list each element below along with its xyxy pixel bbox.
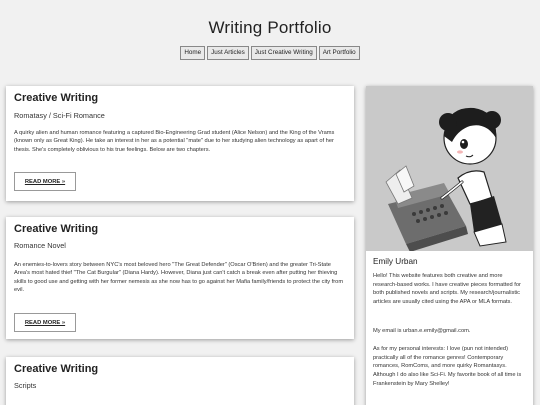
post-title: Creative Writing xyxy=(14,92,99,104)
post-subtitle: Romance Novel xyxy=(14,241,66,250)
post-title: Creative Writing xyxy=(14,363,99,375)
post-excerpt: A quirky alien and human romance featuri… xyxy=(14,130,335,153)
post-excerpt: An enemies-to-lovers story between NYC's… xyxy=(14,262,344,294)
interests-paragraph: As for my personal interests: I love (pu… xyxy=(373,346,522,387)
author-illustration xyxy=(385,107,507,252)
post-subtitle: Scripts xyxy=(14,381,37,390)
post-title: Creative Writing xyxy=(14,223,99,235)
post-card: Creative Writing Romatasy / Sci-Fi Roman… xyxy=(6,86,354,201)
author-sidebar: Emily Urban Hello! This website features… xyxy=(366,86,533,405)
post-card: Creative Writing Scripts xyxy=(6,357,354,405)
read-more-button[interactable]: READ MORE » xyxy=(14,313,76,332)
nav-just-creative-writing[interactable]: Just Creative Writing xyxy=(250,46,317,60)
bio-paragraph: Hello! This website features both creati… xyxy=(373,273,521,306)
nav-just-articles[interactable]: Just Articles xyxy=(207,46,249,60)
nav-art-portfolio[interactable]: Art Portfolio xyxy=(318,46,360,60)
top-nav: Home Just Articles Just Creative Writing… xyxy=(0,46,540,60)
post-subtitle: Romatasy / Sci-Fi Romance xyxy=(14,111,105,120)
email-paragraph: My email is urban.e.emily@gmail.com. xyxy=(373,328,471,334)
site-header: Writing Portfolio Home Just Articles Jus… xyxy=(0,0,540,60)
post-card: Creative Writing Romance Novel An enemie… xyxy=(6,217,354,339)
author-name: Emily Urban xyxy=(373,257,418,266)
nav-home[interactable]: Home xyxy=(180,46,206,60)
site-title: Writing Portfolio xyxy=(208,18,332,37)
read-more-button[interactable]: READ MORE » xyxy=(14,172,76,191)
avatar xyxy=(366,86,533,252)
